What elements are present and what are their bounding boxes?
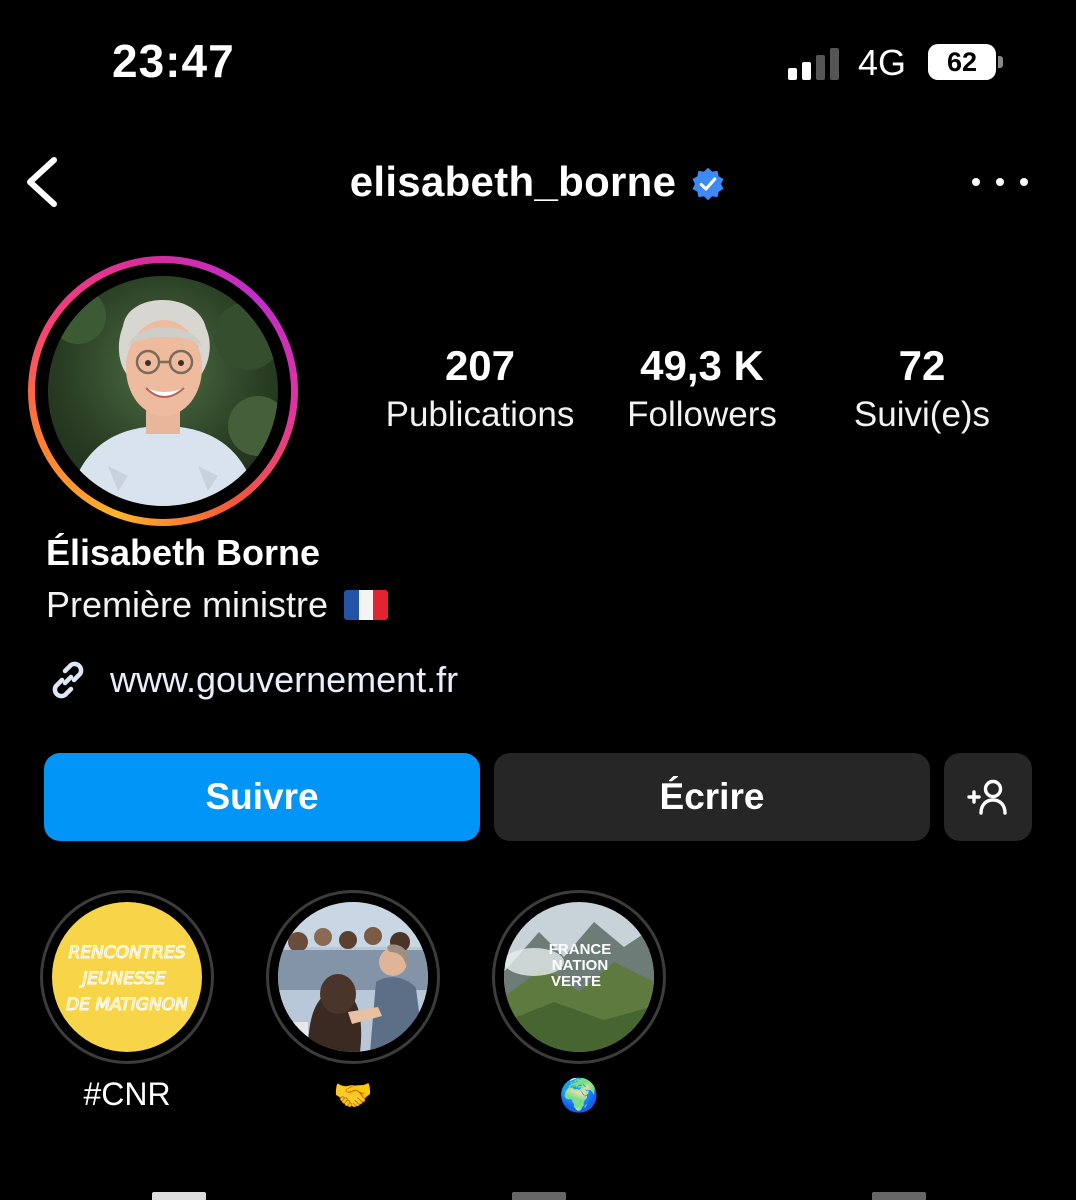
stat-publications[interactable]: 207 Publications <box>378 340 582 438</box>
story-ring[interactable] <box>28 256 298 526</box>
highlight-ring <box>266 890 440 1064</box>
status-time: 23:47 <box>112 35 235 87</box>
highlight-cover: RENCONTRES JEUNESSE DE MATIGNON <box>52 902 202 1052</box>
cover-text-line-2: NATION <box>552 957 608 974</box>
avatar-photo <box>48 276 278 506</box>
grid-tab-hint[interactable] <box>152 1192 206 1200</box>
highlight-handshake[interactable]: 🤝 <box>264 890 442 1114</box>
display-name: Élisabeth Borne <box>46 532 321 573</box>
highlight-cnr[interactable]: RENCONTRES JEUNESSE DE MATIGNON #CNR <box>38 890 216 1113</box>
france-flag-icon <box>344 590 389 620</box>
tagged-tab-hint[interactable] <box>872 1192 926 1200</box>
header-title: elisabeth_borne <box>0 150 1076 214</box>
network-type: 4G <box>858 42 907 83</box>
crowd-photo <box>278 902 428 1052</box>
stat-followers[interactable]: 49,3 K Followers <box>610 340 794 438</box>
highlight-globe[interactable]: FRANCE NATION VERTE 🌍 <box>490 890 668 1114</box>
followers-count: 49,3 K <box>640 342 764 389</box>
website-url: www.gouvernement.fr <box>110 659 459 700</box>
more-horizontal-icon <box>972 178 980 186</box>
publications-count: 207 <box>444 342 516 389</box>
more-options-button[interactable] <box>972 166 1028 198</box>
add-user-icon <box>967 779 1007 815</box>
followers-label: Followers <box>627 395 777 434</box>
bio-text: Première ministre <box>46 584 329 625</box>
suggested-users-button[interactable] <box>944 753 1032 841</box>
follow-label: Suivre <box>205 776 319 817</box>
cover-text-line-3: VERTE <box>551 973 601 990</box>
verified-badge-icon <box>692 167 724 201</box>
highlight-label: 🌍 <box>559 1077 599 1113</box>
stat-following[interactable]: 72 Suivi(e)s <box>832 340 1012 438</box>
highlight-label: 🤝 <box>333 1077 373 1113</box>
follow-button[interactable]: Suivre <box>44 753 480 841</box>
battery-level: 62 <box>946 46 978 77</box>
following-count: 72 <box>898 342 946 389</box>
battery-tip <box>998 56 1003 68</box>
publications-label: Publications <box>385 395 575 434</box>
signal-strength-icon <box>788 48 842 80</box>
username: elisabeth_borne <box>349 158 677 205</box>
cover-text-line-2: JEUNESSE <box>79 969 166 989</box>
mountain-photo: FRANCE NATION VERTE <box>504 902 654 1052</box>
cover-text-line-1: FRANCE <box>549 941 612 958</box>
following-label: Suivi(e)s <box>853 395 991 434</box>
reels-tab-hint[interactable] <box>512 1192 566 1200</box>
highlight-cover: FRANCE NATION VERTE <box>504 902 654 1052</box>
chevron-left-icon <box>27 157 57 207</box>
link-icon <box>52 661 84 699</box>
highlight-ring: RENCONTRES JEUNESSE DE MATIGNON <box>40 890 214 1064</box>
highlight-cover <box>278 902 428 1052</box>
website-link[interactable]: www.gouvernement.fr <box>44 656 458 704</box>
highlight-ring: FRANCE NATION VERTE <box>492 890 666 1064</box>
battery-icon: 62 <box>928 44 996 80</box>
cover-text-line-3: DE MATIGNON <box>66 995 188 1015</box>
bio: Première ministre <box>46 584 389 626</box>
avatar <box>48 276 278 506</box>
message-button[interactable]: Écrire <box>494 753 930 841</box>
message-label: Écrire <box>659 776 765 817</box>
back-button[interactable] <box>20 150 68 214</box>
profile-screen: 23:47 4G 62 elisabeth_borne 207 Publicat… <box>0 0 1076 1200</box>
cover-text-line-1: RENCONTRES <box>69 943 186 963</box>
highlight-label: #CNR <box>83 1076 171 1112</box>
